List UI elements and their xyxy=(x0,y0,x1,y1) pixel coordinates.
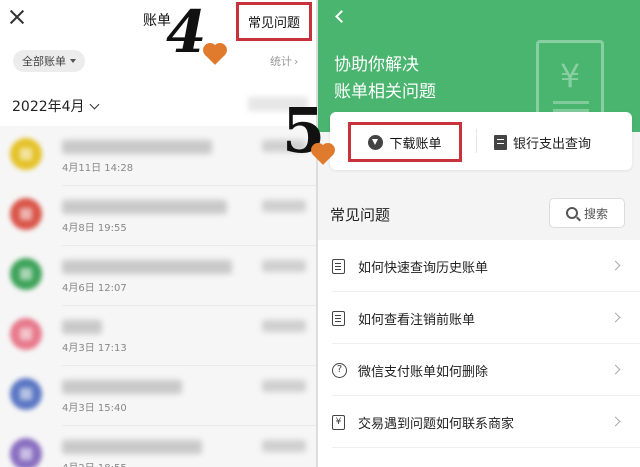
chevron-right-icon: › xyxy=(294,55,299,68)
merchant-avatar xyxy=(10,438,42,467)
transaction-date: 4月2日 18:55 xyxy=(62,459,127,467)
close-icon[interactable] xyxy=(8,8,26,26)
hero-heading-line1: 协助你解决 xyxy=(334,55,419,75)
faq-item-label: 微信支付账单如何删除 xyxy=(358,365,489,380)
document-icon xyxy=(332,259,345,274)
question-icon: ? xyxy=(332,363,347,378)
transaction-date: 4月6日 12:07 xyxy=(62,283,127,294)
bill-help-screen: 协助你解决 账单相关问题 ¥ 下载账单 银行支出查询 常见问题 搜索 如何快速查… xyxy=(316,0,640,467)
hero-heading-line2: 账单相关问题 xyxy=(334,82,436,102)
faq-section-title: 常见问题 xyxy=(330,206,391,224)
decor-line xyxy=(553,101,589,104)
merchant-avatar xyxy=(10,378,42,410)
amount-redacted xyxy=(262,440,306,452)
transaction-row[interactable]: 4月11日 14:28 xyxy=(0,126,320,186)
merchant-name-redacted xyxy=(62,260,232,274)
chevron-down-icon xyxy=(89,99,99,109)
merchant-name-redacted xyxy=(62,380,182,394)
merchant-name-redacted xyxy=(62,440,202,454)
receipt-icon xyxy=(494,134,507,150)
download-bill-label: 下载账单 xyxy=(389,136,442,152)
merchant-avatar xyxy=(10,138,42,170)
top-bar: 账单 常见问题 xyxy=(0,0,320,44)
transaction-row[interactable]: 4月3日 15:40 xyxy=(0,366,320,426)
filter-label: 全部账单 xyxy=(22,55,66,68)
amount-redacted xyxy=(262,260,306,272)
stats-label: 统计 xyxy=(270,55,292,68)
chevron-right-icon xyxy=(610,312,621,323)
divider xyxy=(332,447,640,448)
transaction-row[interactable]: 4月6日 12:07 xyxy=(0,246,320,306)
chevron-right-icon xyxy=(610,364,621,375)
back-arrow-icon[interactable] xyxy=(335,10,348,23)
transaction-date: 4月3日 15:40 xyxy=(62,403,127,414)
stats-link[interactable]: 统计 › xyxy=(270,53,298,69)
merchant-name-redacted xyxy=(62,320,102,334)
merchant-avatar xyxy=(10,258,42,290)
chevron-right-icon xyxy=(610,416,621,427)
faq-item[interactable]: ¥ 交易遇到问题如何联系商家 xyxy=(316,396,640,448)
transaction-date: 4月3日 17:13 xyxy=(62,343,127,354)
panel-divider xyxy=(316,0,318,467)
bank-expense-query-button[interactable]: 银行支出查询 xyxy=(494,130,591,154)
download-icon xyxy=(368,134,384,150)
faq-item[interactable]: ? 微信支付账单如何删除 xyxy=(316,344,640,396)
transaction-date: 4月11日 14:28 xyxy=(62,163,134,174)
faq-item-label: 如何查看注销前账单 xyxy=(358,313,476,328)
yen-icon: ¥ xyxy=(559,57,581,95)
chevron-right-icon xyxy=(610,260,621,271)
merchant-avatar xyxy=(10,198,42,230)
amount-redacted xyxy=(262,200,306,212)
search-button[interactable]: 搜索 xyxy=(549,198,625,228)
amount-redacted xyxy=(262,320,306,332)
month-selector[interactable]: 2022年4月 xyxy=(12,96,99,116)
search-label: 搜索 xyxy=(583,206,608,221)
faq-item[interactable]: 如何快速查询历史账单 xyxy=(316,240,640,292)
receipt-yen-icon: ¥ xyxy=(332,415,345,430)
amount-redacted xyxy=(262,380,306,392)
caret-down-icon xyxy=(70,59,76,63)
merchant-name-redacted xyxy=(62,140,212,154)
merchant-avatar xyxy=(10,318,42,350)
transaction-row[interactable]: 4月8日 19:55 xyxy=(0,186,320,246)
month-label: 2022年4月 xyxy=(12,99,85,115)
search-icon xyxy=(565,207,578,219)
step-4-marker: 4 xyxy=(166,0,207,66)
faq-item[interactable]: 如何查看注销前账单 xyxy=(316,292,640,344)
download-bill-button[interactable]: 下载账单 xyxy=(348,122,462,162)
faq-list: 如何快速查询历史账单 如何查看注销前账单 ? 微信支付账单如何删除 ¥ 交易遇到… xyxy=(316,240,640,467)
bank-expense-label: 银行支出查询 xyxy=(513,136,592,152)
merchant-name-redacted xyxy=(62,200,227,214)
transaction-date: 4月8日 19:55 xyxy=(62,223,127,234)
bill-list-screen: 账单 常见问题 全部账单 统计 › 2022年4月 4月11日 14:28 4月8… xyxy=(0,0,320,467)
document-icon xyxy=(332,311,345,326)
transaction-list: 4月11日 14:28 4月8日 19:55 4月6日 12:07 4月3日 1… xyxy=(0,126,320,467)
faq-item-label: 交易遇到问题如何联系商家 xyxy=(358,417,515,432)
transaction-row[interactable]: 4月3日 17:13 xyxy=(0,306,320,366)
bill-filter-dropdown[interactable]: 全部账单 xyxy=(13,50,85,72)
transaction-row[interactable]: 4月2日 18:55 xyxy=(0,426,320,467)
faq-item-label: 如何快速查询历史账单 xyxy=(358,261,489,276)
divider xyxy=(476,129,477,153)
faq-button[interactable]: 常见问题 xyxy=(236,2,312,41)
